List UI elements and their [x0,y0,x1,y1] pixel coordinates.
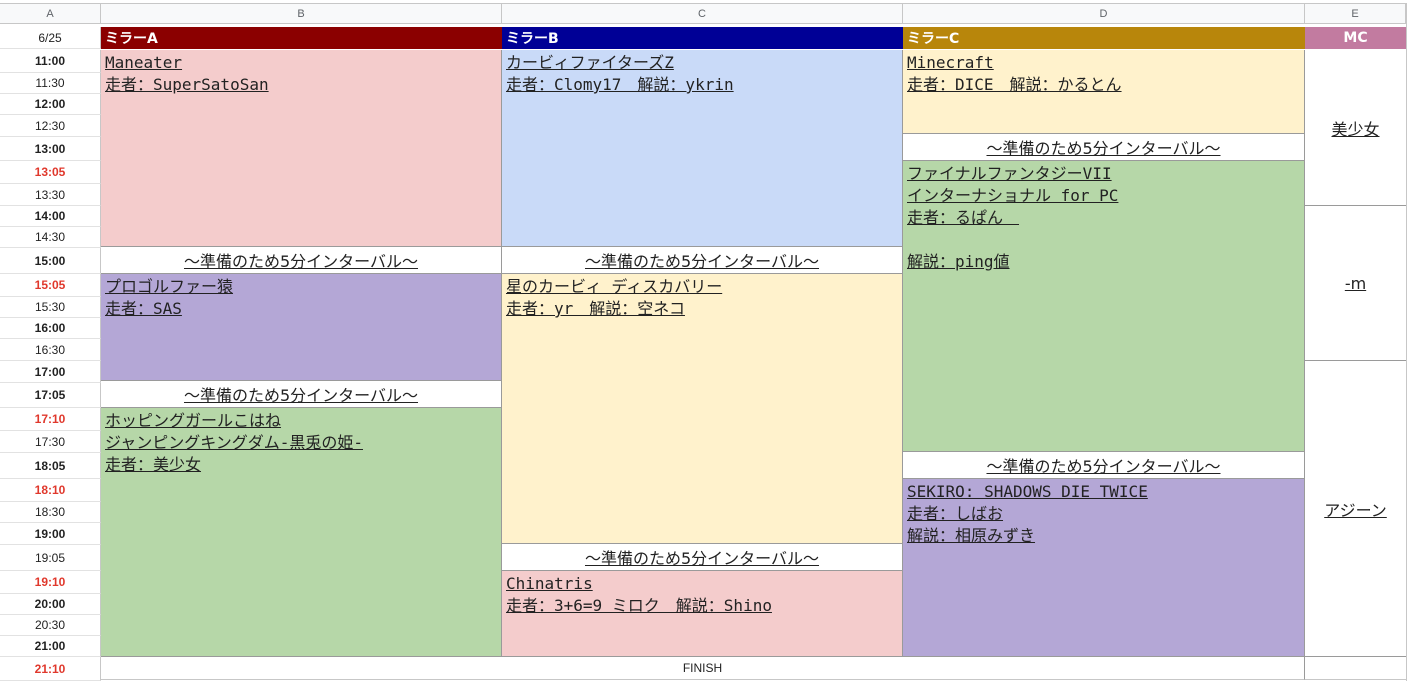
mc-slot-1[interactable]: 美少女 [1305,50,1406,206]
time-row-label[interactable]: 14:00 [0,206,101,227]
run-title[interactable]: ファイナルファンタジーVII [907,163,1300,185]
column-header-a[interactable]: A [0,3,101,24]
run-commentary[interactable]: 解説：ping値 [907,251,1300,273]
time-row-label[interactable]: 19:00 [0,523,101,545]
time-row-label[interactable]: 13:00 [0,137,101,161]
run-runner[interactable]: 走者：Clomy17 解説：ykrin [506,74,898,96]
time-row-label[interactable]: 15:00 [0,248,101,274]
time-row-label[interactable]: 13:30 [0,184,101,206]
run-runner[interactable]: 走者：しばお [907,503,1300,525]
mirror-b-run-kirby-fighters[interactable]: カービィファイターズZ 走者：Clomy17 解説：ykrin [502,50,903,247]
mc-slot-2[interactable]: -m [1305,206,1406,361]
run-runner[interactable]: 走者：yr 解説：空ネコ [506,298,898,320]
run-title[interactable]: ホッピングガールこはね [105,410,497,432]
time-row-label[interactable]: 20:00 [0,594,101,615]
run-title-2[interactable]: インターナショナル for PC [907,185,1300,207]
mirror-a-run-hopping-girl[interactable]: ホッピングガールこはね ジャンピングキングダム-黒兎の姫- 走者：美少女 [101,408,502,657]
column-header-c[interactable]: C [502,3,903,24]
time-row-label[interactable]: 15:05 [0,274,101,297]
time-row-label[interactable]: 14:30 [0,227,101,248]
time-row-label[interactable]: 18:30 [0,502,101,523]
run-title[interactable]: プロゴルファー猿 [105,276,497,298]
schedule-sheet: A B C D E 6/25 11:00 11:30 12:00 12:30 13:00… [0,0,1407,681]
time-row-label[interactable]: 17:00 [0,361,101,383]
mirror-a-header[interactable]: ミラーA [101,27,502,49]
run-title-2[interactable]: ジャンピングキングダム-黒兎の姫- [105,432,497,454]
mirror-a-interval-2[interactable]: ～準備のため5分インターバル～ [101,381,502,408]
run-title[interactable]: SEKIRO: SHADOWS DIE TWICE [907,481,1300,503]
time-row-label[interactable]: 17:30 [0,431,101,453]
column-header-b[interactable]: B [101,3,502,24]
time-row-label[interactable]: 21:10 [0,657,101,681]
time-row-label[interactable]: 13:05 [0,161,101,184]
mirror-c-run-minecraft[interactable]: Minecraft 走者：DICE 解説：かるとん [903,50,1305,134]
run-title[interactable]: Chinatris [506,573,898,595]
mirror-a-interval-1[interactable]: ～準備のため5分インターバル～ [101,247,502,274]
run-runner[interactable]: 走者：SuperSatoSan [105,74,497,96]
mirror-b-interval-1[interactable]: ～準備のため5分インターバル～ [502,247,903,274]
time-row-label[interactable]: 21:00 [0,636,101,657]
time-row-label[interactable]: 15:30 [0,297,101,318]
time-row-label[interactable]: 18:05 [0,453,101,479]
mirror-c-header[interactable]: ミラーC [903,27,1305,49]
mirror-a-run-pro-golfer[interactable]: プロゴルファー猿 走者：SAS [101,274,502,381]
run-title[interactable]: Minecraft [907,52,1300,74]
mirror-b-run-chinatris[interactable]: Chinatris 走者：3+6=9 ミロク 解説：Shino [502,571,903,657]
time-row-label[interactable]: 12:00 [0,94,101,115]
run-runner[interactable]: 走者：SAS [105,298,497,320]
time-row-label[interactable]: 19:05 [0,545,101,571]
time-row-label[interactable]: 19:10 [0,571,101,594]
mirror-c-run-ff7[interactable]: ファイナルファンタジーVII インターナショナル for PC 走者：るぱん 解… [903,161,1305,452]
mirror-a-run-maneater[interactable]: Maneater 走者：SuperSatoSan [101,50,502,247]
mirror-c-interval-1[interactable]: ～準備のため5分インターバル～ [903,134,1305,161]
mc-header[interactable]: MC [1305,27,1406,49]
run-runner[interactable]: 走者：美少女 [105,454,497,476]
mirror-b-header[interactable]: ミラーB [502,27,903,49]
time-row-label[interactable]: 17:05 [0,383,101,408]
mc-finish-cell[interactable] [1305,657,1406,680]
column-header-d[interactable]: D [903,3,1305,24]
run-runner[interactable]: 走者：DICE 解説：かるとん [907,74,1300,96]
run-commentary[interactable]: 解説：相原みずき [907,525,1300,547]
mirror-b-run-kirby-discovery[interactable]: 星のカービィ ディスカバリー 走者：yr 解説：空ネコ [502,274,903,544]
run-title[interactable]: Maneater [105,52,497,74]
mirror-c-interval-2[interactable]: ～準備のため5分インターバル～ [903,452,1305,479]
mc-slot-3[interactable]: アジーン [1305,361,1406,657]
time-row-label[interactable]: 12:30 [0,115,101,137]
run-title[interactable]: 星のカービィ ディスカバリー [506,276,898,298]
time-row-label[interactable]: 20:30 [0,615,101,636]
run-title[interactable]: カービィファイターズZ [506,52,898,74]
time-row-label[interactable]: 11:30 [0,73,101,94]
run-spacer [907,229,1300,251]
time-row-label[interactable]: 11:00 [0,50,101,73]
finish-cell[interactable]: FINISH [101,657,1305,680]
time-row-label[interactable]: 18:10 [0,479,101,502]
time-row-label[interactable]: 16:30 [0,339,101,361]
column-header-e[interactable]: E [1305,3,1406,24]
time-row-label[interactable]: 17:10 [0,408,101,431]
mirror-b-interval-2[interactable]: ～準備のため5分インターバル～ [502,544,903,571]
date-cell[interactable]: 6/25 [0,27,101,49]
run-runner[interactable]: 走者：るぱん [907,207,1300,229]
mirror-c-run-sekiro[interactable]: SEKIRO: SHADOWS DIE TWICE 走者：しばお 解説：相原みず… [903,479,1305,657]
run-runner[interactable]: 走者：3+6=9 ミロク 解説：Shino [506,595,898,617]
time-row-label[interactable]: 16:00 [0,318,101,339]
